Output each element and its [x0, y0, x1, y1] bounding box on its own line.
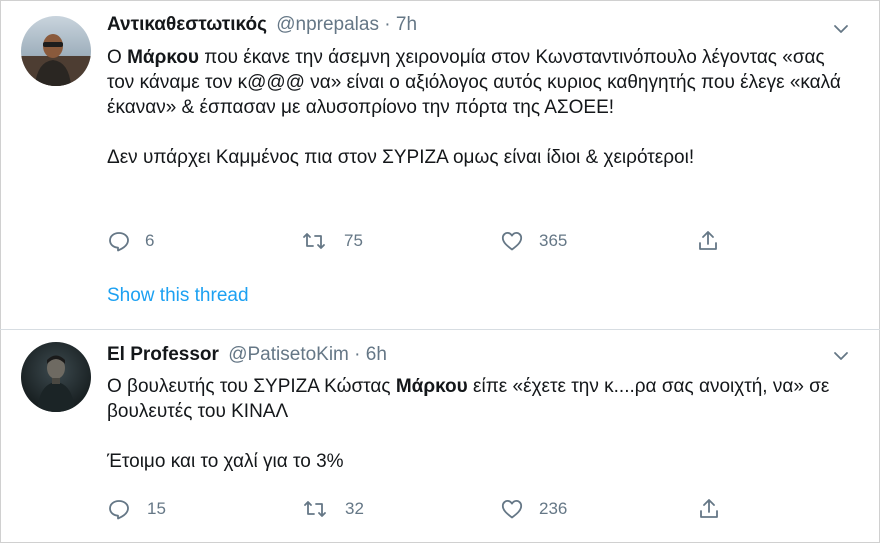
timestamp[interactable]: 7h: [396, 14, 417, 35]
timestamp[interactable]: 6h: [366, 344, 387, 365]
reply-button[interactable]: 6: [107, 228, 154, 254]
display-name[interactable]: El Professor: [107, 344, 219, 365]
tweet-header: El Professor @PatisetoKim · 6h: [107, 344, 387, 366]
tweet-paragraph: Έτοιμο και το χαλί για το 3%: [107, 451, 344, 472]
tweet[interactable]: Αντικαθεστωτικός @nprepalas · 7h Ο Μάρκο…: [0, 0, 880, 330]
user-handle[interactable]: @nprepalas: [276, 14, 379, 35]
tweet-paragraph: Ο βουλευτής του ΣΥΡΙΖΑ Κώστας Μάρκου είπ…: [107, 376, 830, 422]
like-count: 365: [539, 231, 568, 250]
avatar[interactable]: [21, 16, 91, 86]
display-name[interactable]: Αντικαθεστωτικός: [107, 14, 267, 35]
avatar[interactable]: [21, 342, 91, 412]
share-icon: [699, 231, 717, 250]
share-icon: [700, 499, 718, 518]
show-thread-link[interactable]: Show this thread: [107, 285, 249, 307]
user-handle[interactable]: @PatisetoKim: [228, 344, 349, 365]
reply-count: 15: [147, 499, 166, 518]
chevron-down-icon[interactable]: [832, 347, 850, 365]
heart-icon: [501, 500, 523, 519]
tweet-text: Ο Μάρκου που έκανε την άσεμνη χειρονομία…: [107, 45, 847, 170]
tweet-actions: 6 75 365: [107, 228, 747, 254]
share-button[interactable]: [696, 228, 720, 254]
share-button[interactable]: [697, 496, 721, 522]
highlighted-term: Μάρκου: [127, 47, 199, 68]
tweet-actions: 15 32 236: [107, 496, 747, 522]
tweet-header: Αντικαθεστωτικός @nprepalas · 7h: [107, 14, 417, 36]
retweet-icon: [303, 233, 325, 249]
tweet-paragraph: Ο Μάρκου που έκανε την άσεμνη χειρονομία…: [107, 47, 841, 118]
retweet-count: 32: [345, 499, 364, 518]
separator-dot: ·: [384, 14, 391, 35]
retweet-button[interactable]: 75: [302, 228, 363, 254]
reply-icon: [109, 500, 129, 520]
like-button[interactable]: 236: [500, 496, 567, 522]
reply-count: 6: [145, 231, 155, 250]
tweet[interactable]: El Professor @PatisetoKim · 6h Ο βουλευτ…: [0, 331, 880, 543]
retweet-button[interactable]: 32: [303, 496, 364, 522]
like-count: 236: [539, 499, 568, 518]
reply-button[interactable]: 15: [107, 496, 166, 522]
highlighted-term: Μάρκου: [395, 376, 468, 397]
like-button[interactable]: 365: [500, 228, 567, 254]
separator-dot: ·: [354, 344, 361, 365]
retweet-icon: [304, 501, 326, 517]
tweet-divider: [0, 329, 880, 330]
tweet-text: Ο βουλευτής του ΣΥΡΙΖΑ Κώστας Μάρκου είπ…: [107, 374, 847, 474]
heart-icon: [501, 232, 523, 251]
tweet-paragraph: Δεν υπάρχει Καμμένος πια στον ΣΥΡΙΖΑ ομω…: [107, 147, 695, 168]
reply-icon: [109, 232, 129, 252]
chevron-down-icon[interactable]: [832, 20, 850, 38]
retweet-count: 75: [344, 231, 363, 250]
